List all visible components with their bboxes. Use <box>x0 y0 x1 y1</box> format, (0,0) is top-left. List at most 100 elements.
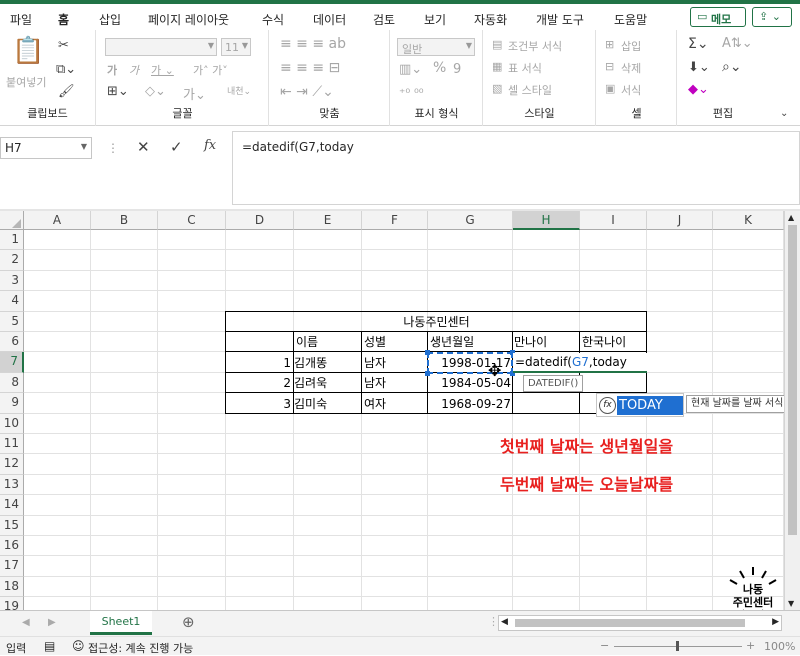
paste-icon[interactable]: 📋 <box>12 36 44 66</box>
column-header-e[interactable]: E <box>294 211 362 230</box>
row-header-4[interactable]: 4 <box>0 291 24 312</box>
decimal-icon[interactable]: ⁺⁰ ⁰⁰ <box>399 86 424 100</box>
vertical-scroll-thumb[interactable] <box>788 225 797 535</box>
font-color-icon[interactable]: 가⌄ <box>183 84 206 103</box>
sort-filter-icon[interactable]: A⇅⌄ <box>722 36 753 51</box>
accessibility-status[interactable]: 접근성: 계속 진행 가능 <box>88 640 193 656</box>
row-header-5[interactable]: 5 <box>0 311 24 332</box>
next-sheet-icon[interactable]: ▶ <box>48 617 56 628</box>
worksheet-grid[interactable]: ABCDEFGHIJK 1 2 3 4 5 6 7 8 9 10 11 12 13 14 15 16 17 18 1… <box>0 211 784 610</box>
cut-icon[interactable]: ✂ <box>58 38 69 53</box>
tab-formulas[interactable]: 수식 <box>262 11 284 28</box>
macro-record-icon[interactable]: ▤ <box>44 639 55 653</box>
share-button[interactable]: ⇪ ⌄ <box>752 7 792 27</box>
row-header-9[interactable]: 9 <box>0 393 24 414</box>
cell-styles-button[interactable]: 셀 스타일 <box>508 82 552 98</box>
indent-icon[interactable]: ⇤ ⇥ ⟋⌄ <box>280 84 334 100</box>
tab-data[interactable]: 데이터 <box>313 11 346 28</box>
column-header-i[interactable]: I <box>580 211 647 230</box>
enter-icon[interactable]: ✓ <box>170 138 183 156</box>
select-all-button[interactable] <box>0 211 24 230</box>
font-name-combo[interactable]: ▼ <box>105 38 217 56</box>
bold-button[interactable]: 가 <box>107 62 117 78</box>
align-left-icon[interactable]: ≡ ≡ ≡ ⊟ <box>280 60 340 76</box>
paste-button[interactable]: 붙여넣기 <box>6 74 46 90</box>
row-header-13[interactable]: 13 <box>0 474 24 496</box>
prev-sheet-icon[interactable]: ◀ <box>22 617 30 628</box>
horizontal-scrollbar[interactable]: ◀ ▶ <box>498 615 782 631</box>
clear-icon[interactable]: ◆⌄ <box>688 82 709 97</box>
row-header-8[interactable]: 8 <box>0 372 24 394</box>
column-header-b[interactable]: B <box>91 211 158 230</box>
format-cells-button[interactable]: 서식 <box>621 82 641 98</box>
tab-file[interactable]: 파일 <box>10 11 32 28</box>
column-header-c[interactable]: C <box>158 211 226 230</box>
table-format-button[interactable]: 표 서식 <box>508 60 542 76</box>
borders-icon[interactable]: ⊞⌄ <box>107 84 129 99</box>
row-header-10[interactable]: 10 <box>0 413 24 434</box>
underline-button[interactable]: 가 ⌄ <box>151 62 174 78</box>
grow-font-button[interactable]: 가˄ 가˅ <box>193 62 228 78</box>
tab-review[interactable]: 검토 <box>373 11 395 28</box>
name-box-dropdown-icon[interactable]: ▼ <box>81 142 87 151</box>
tab-automate[interactable]: 자동화 <box>474 11 507 28</box>
formula-input[interactable]: =datedif(G7,today <box>232 131 800 205</box>
insert-cells-button[interactable]: 삽입 <box>621 38 641 54</box>
tab-page-layout[interactable]: 페이지 레이아웃 <box>148 11 229 28</box>
row-header-18[interactable]: 18 <box>0 576 24 598</box>
ref-handle-bl[interactable] <box>425 371 430 376</box>
zoom-level[interactable]: 100% <box>764 640 795 653</box>
column-header-g[interactable]: G <box>428 211 513 230</box>
font-size-combo[interactable]: 11 ▼ <box>221 38 251 56</box>
comma-icon[interactable]: 9 <box>453 62 461 77</box>
format-painter-icon[interactable]: 🖌 <box>58 84 75 99</box>
cancel-icon[interactable]: ✕ <box>137 138 150 156</box>
row-header-1[interactable]: 1 <box>0 230 24 251</box>
column-header-j[interactable]: J <box>647 211 713 230</box>
tab-home[interactable]: 홈 <box>58 11 70 33</box>
row-header-7[interactable]: 7 <box>0 352 24 373</box>
autosum-icon[interactable]: Σ⌄ <box>688 36 709 52</box>
currency-icon[interactable]: ▥⌄ <box>399 62 422 77</box>
row-header-2[interactable]: 2 <box>0 250 24 271</box>
column-header-d[interactable]: D <box>226 211 294 230</box>
row-header-3[interactable]: 3 <box>0 270 24 292</box>
number-format-combo[interactable]: 일반 ▼ <box>397 38 475 56</box>
add-sheet-icon[interactable]: ⊕ <box>182 613 195 631</box>
row-header-19[interactable]: 19 <box>0 597 24 610</box>
column-header-a[interactable]: A <box>24 211 91 230</box>
scroll-up-icon[interactable]: ▲ <box>788 213 794 222</box>
scroll-down-icon[interactable]: ▼ <box>788 599 794 608</box>
row-header-17[interactable]: 17 <box>0 556 24 577</box>
horizontal-scroll-thumb[interactable] <box>515 619 745 627</box>
column-header-k[interactable]: K <box>713 211 784 230</box>
find-icon[interactable]: ⌕⌄ <box>722 59 742 75</box>
vertical-scrollbar[interactable]: ▲ ▼ <box>784 211 800 610</box>
active-cell-h7[interactable]: =datedif(G7,today <box>513 353 647 373</box>
row-header-15[interactable]: 15 <box>0 515 24 536</box>
tab-insert[interactable]: 삽입 <box>99 11 121 28</box>
fill-icon[interactable]: ⬇⌄ <box>688 60 710 75</box>
row-header-6[interactable]: 6 <box>0 332 24 353</box>
row-header-12[interactable]: 12 <box>0 454 24 475</box>
delete-cells-button[interactable]: 삭제 <box>621 60 641 76</box>
name-box[interactable]: H7 ▼ <box>0 137 92 159</box>
column-header-h[interactable]: H <box>513 211 580 230</box>
memo-button[interactable]: ▭ 메모 <box>690 7 746 27</box>
ref-handle-tl[interactable] <box>425 350 430 355</box>
sheet-tab-sheet1[interactable]: Sheet1 <box>90 611 152 635</box>
row-header-14[interactable]: 14 <box>0 495 24 516</box>
scroll-left-icon[interactable]: ◀ <box>501 617 508 627</box>
percent-button[interactable]: % <box>433 60 446 76</box>
row-header-11[interactable]: 11 <box>0 434 24 455</box>
row-header-16[interactable]: 16 <box>0 536 24 557</box>
copy-icon[interactable]: ⧉⌄ <box>56 62 76 77</box>
phonetic-icon[interactable]: 내천⌄ <box>227 84 251 97</box>
zoom-out-icon[interactable]: − <box>600 639 609 652</box>
zoom-in-icon[interactable]: + <box>746 639 755 652</box>
tab-developer[interactable]: 개발 도구 <box>536 11 584 28</box>
column-header-f[interactable]: F <box>362 211 428 230</box>
tab-view[interactable]: 보기 <box>424 11 446 28</box>
align-top-icon[interactable]: ≡ ≡ ≡ ab <box>280 36 346 52</box>
tab-help[interactable]: 도움말 <box>614 11 647 28</box>
